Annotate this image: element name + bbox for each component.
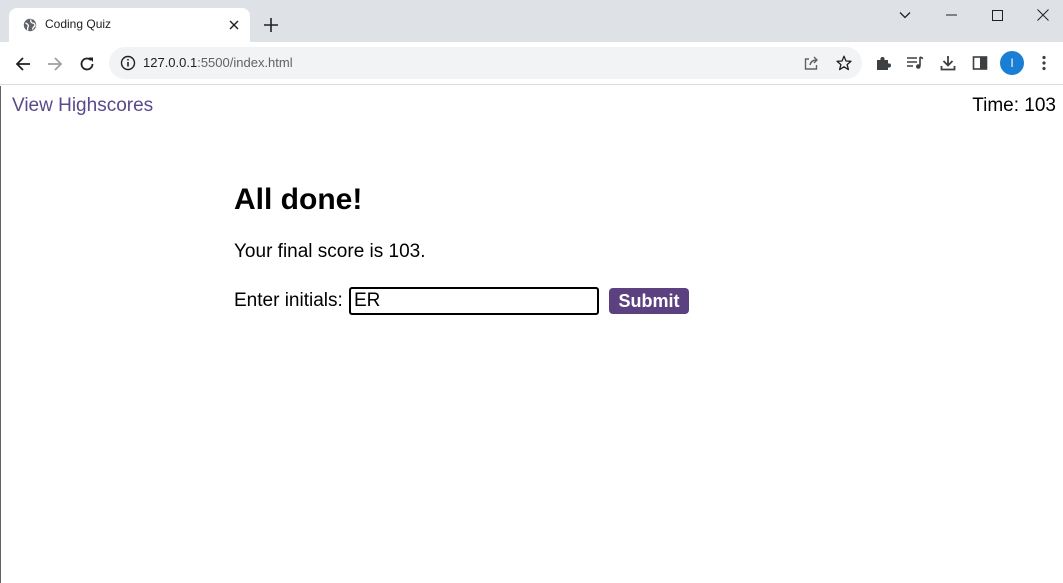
info-icon[interactable]: [120, 55, 136, 71]
url-host: 127.0.0.1: [143, 55, 198, 70]
close-window-icon[interactable]: [1029, 4, 1057, 26]
browser-tab[interactable]: Coding Quiz: [9, 8, 250, 42]
final-score-text: Your final score is 103.: [234, 241, 426, 262]
initials-input[interactable]: [349, 287, 599, 315]
share-icon[interactable]: [802, 54, 820, 72]
star-icon[interactable]: [835, 54, 853, 72]
timer: Time: 103: [972, 95, 1056, 117]
browser-toolbar: 127.0.0.1:5500/index.html I: [0, 42, 1063, 85]
maximize-icon[interactable]: [983, 4, 1011, 26]
reload-icon[interactable]: [75, 52, 99, 76]
tab-strip: Coding Quiz: [0, 0, 1063, 42]
url-path: :5500/index.html: [197, 55, 293, 70]
back-arrow-icon[interactable]: [11, 52, 35, 76]
page-title: All done!: [234, 183, 363, 216]
timer-value: 103: [1024, 95, 1056, 116]
kebab-menu-icon[interactable]: [1034, 53, 1054, 73]
globe-icon: [23, 18, 37, 32]
minimize-icon[interactable]: [937, 4, 965, 26]
new-tab-plus-icon[interactable]: [261, 15, 281, 35]
forward-arrow-icon[interactable]: [43, 52, 67, 76]
extensions-puzzle-icon[interactable]: [873, 53, 893, 73]
tab-search-chevron-icon[interactable]: [891, 4, 919, 26]
tab-title: Coding Quiz: [45, 17, 112, 31]
timer-label: Time:: [972, 95, 1025, 116]
download-icon[interactable]: [938, 53, 958, 73]
profile-avatar[interactable]: I: [1000, 51, 1024, 75]
page-content: View Highscores Time: 103 All done! Your…: [0, 86, 1063, 583]
view-highscores-link[interactable]: View Highscores: [12, 95, 153, 117]
address-url: 127.0.0.1:5500/index.html: [143, 55, 293, 70]
address-bar[interactable]: 127.0.0.1:5500/index.html: [109, 47, 862, 79]
tab-close-icon[interactable]: [225, 16, 243, 34]
media-queue-icon[interactable]: [905, 53, 925, 73]
initials-label: Enter initials:: [234, 290, 343, 311]
submit-button[interactable]: Submit: [609, 288, 689, 314]
side-panel-icon[interactable]: [970, 53, 990, 73]
